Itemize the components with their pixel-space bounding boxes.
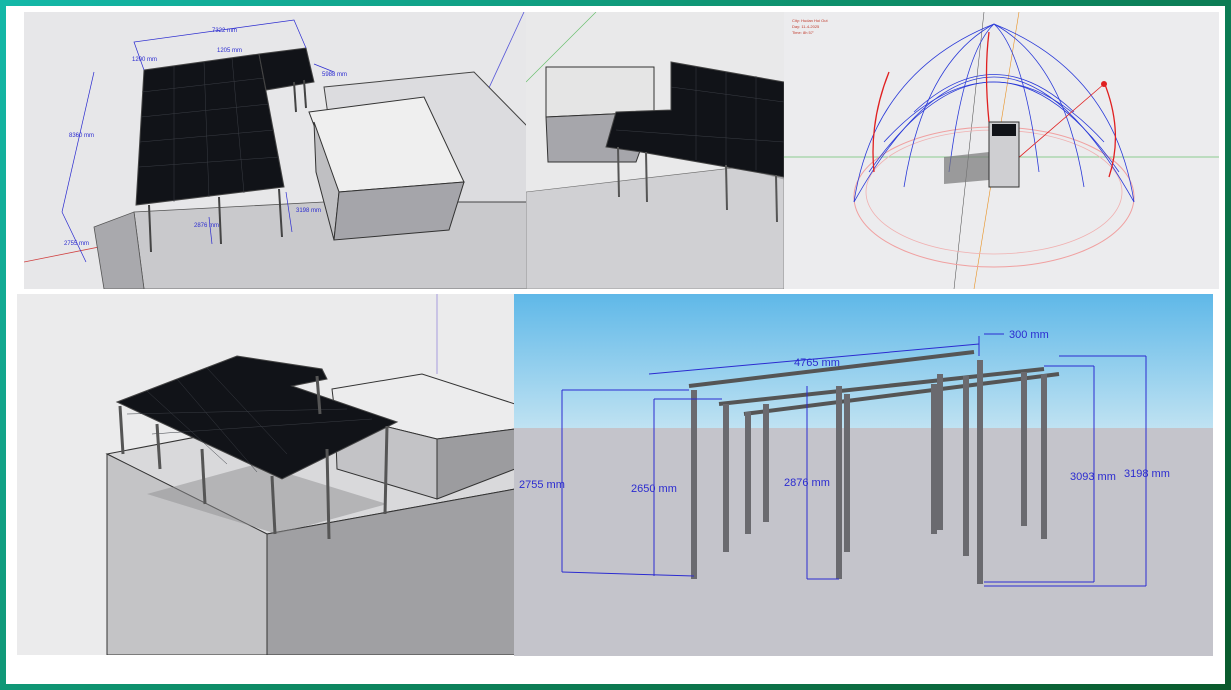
- rooftop-perspective-drawing: [105, 294, 515, 655]
- dim-front-height: 2755 mm: [64, 241, 89, 247]
- dim-height-4: 3093 mm: [1070, 471, 1116, 483]
- axis-vertical: [953, 12, 985, 289]
- panel-top-middle-perspective: [526, 12, 784, 289]
- roof-floor: [526, 161, 784, 289]
- shadow: [944, 152, 989, 184]
- sun-marker-icon: [1101, 81, 1107, 87]
- solar-array-top: [992, 124, 1016, 136]
- support-posts: [691, 360, 1047, 584]
- panel-bottom-right-structure-dims: 4765 mm 300 mm 2755 mm 2650 mm 2876 mm 3…: [514, 294, 1213, 656]
- solar-array-main: [135, 53, 285, 206]
- dim-height-2: 2650 mm: [631, 483, 677, 495]
- structure-drawing: 4765 mm 300 mm 2755 mm 2650 mm 2876 mm 3…: [519, 329, 1170, 587]
- dim-right-depth: 5988 mm: [322, 72, 347, 78]
- dim-panel-a: 1200 mm: [132, 57, 157, 63]
- dim-height-3: 2876 mm: [784, 477, 830, 489]
- dimension-lines: [561, 333, 1147, 587]
- panel-bottom-left-perspective: [17, 294, 515, 655]
- dim-length: 8360 mm: [69, 133, 94, 139]
- collage-canvas: 7322 mm 1200 mm 1205 mm 5988 mm 8360 mm …: [6, 6, 1225, 684]
- dim-height-1: 2755 mm: [519, 479, 565, 491]
- stair-box-top: [545, 66, 655, 118]
- sun-info-date: Day: 11-4-2025: [792, 24, 820, 29]
- solar-array-wing: [258, 47, 315, 91]
- panel-top-left-dimensioned-plan: 7322 mm 1200 mm 1205 mm 5988 mm 8360 mm …: [24, 12, 528, 289]
- outer-frame: 7322 mm 1200 mm 1205 mm 5988 mm 8360 mm …: [0, 0, 1231, 690]
- dim-panel-b: 1205 mm: [217, 48, 242, 54]
- dim-span: 4765 mm: [794, 357, 840, 369]
- dim-height-5: 3198 mm: [1124, 468, 1170, 480]
- sun-info-city: City: Hudan Hoi Out: [792, 18, 828, 23]
- roof-beams: [688, 350, 1060, 416]
- dim-overhang: 300 mm: [1009, 329, 1049, 341]
- panel-top-right-sun-path: City: Hudan Hoi Out Day: 11-4-2025 Time:…: [784, 12, 1219, 289]
- perspective-drawing: [526, 12, 784, 289]
- sun-path-drawing: City: Hudan Hoi Out Day: 11-4-2025 Time:…: [784, 12, 1219, 289]
- dim-right-height: 3198 mm: [296, 208, 321, 214]
- dim-total-width: 7322 mm: [212, 28, 237, 34]
- sun-info-time: Time: 8h 57': [792, 30, 814, 35]
- dim-mid-height: 2876 mm: [194, 223, 219, 229]
- plan-drawing: 7322 mm 1200 mm 1205 mm 5988 mm 8360 mm …: [24, 12, 528, 289]
